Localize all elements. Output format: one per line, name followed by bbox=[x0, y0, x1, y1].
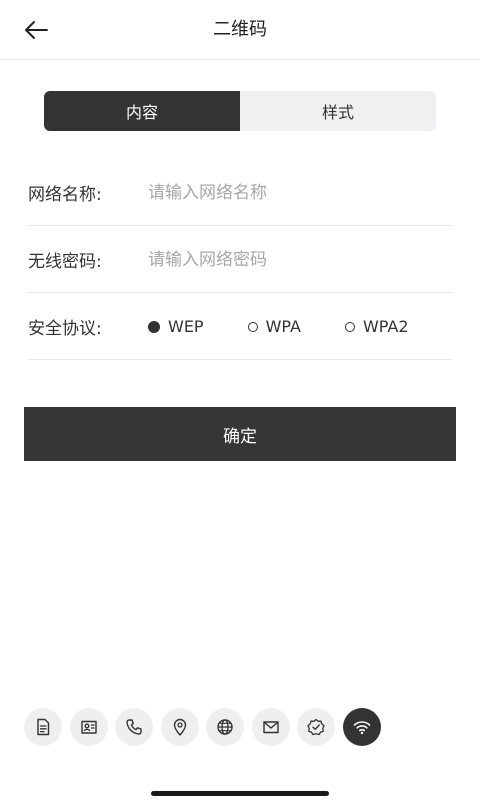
radio-unchecked-icon bbox=[247, 321, 258, 332]
arrow-left-icon bbox=[25, 21, 48, 39]
radio-label-wep: WEP bbox=[168, 317, 204, 336]
password-input[interactable] bbox=[148, 249, 438, 270]
location-pin-icon bbox=[173, 718, 186, 736]
qr-type-location-button[interactable] bbox=[160, 708, 199, 746]
confirm-button[interactable]: 确定 bbox=[24, 407, 456, 461]
home-indicator bbox=[151, 791, 329, 796]
contact-card-icon bbox=[80, 720, 97, 734]
qr-type-contact-button[interactable] bbox=[69, 708, 108, 746]
page-title: 二维码 bbox=[213, 19, 267, 40]
back-button[interactable] bbox=[18, 14, 54, 46]
password-row: 无线密码: bbox=[28, 227, 452, 293]
tab-style[interactable]: 样式 bbox=[240, 91, 436, 131]
security-label: 安全协议: bbox=[28, 319, 102, 339]
qr-type-wifi-button[interactable] bbox=[342, 708, 381, 746]
radio-label-wpa2: WPA2 bbox=[362, 317, 409, 336]
qr-type-phone-button[interactable] bbox=[115, 708, 153, 746]
qr-type-social-button[interactable] bbox=[297, 708, 335, 746]
app-header: 二维码 bbox=[0, 0, 480, 60]
security-radio-group: WEP WPA WPA2 bbox=[148, 317, 409, 336]
qr-type-bar bbox=[24, 708, 388, 748]
qr-type-url-button[interactable] bbox=[206, 708, 244, 746]
ssid-label: 网络名称: bbox=[28, 185, 102, 205]
qr-type-text-button[interactable] bbox=[24, 708, 62, 746]
ssid-input[interactable] bbox=[148, 182, 438, 203]
radio-wpa[interactable]: WPA bbox=[247, 317, 301, 336]
wifi-icon bbox=[353, 721, 370, 735]
globe-icon bbox=[217, 719, 233, 735]
radio-unchecked-icon bbox=[344, 321, 355, 332]
security-row: 安全协议: WEP WPA WPA2 bbox=[28, 294, 452, 360]
verified-badge-icon bbox=[307, 718, 325, 736]
tab-content[interactable]: 内容 bbox=[44, 91, 240, 131]
ssid-row: 网络名称: bbox=[28, 160, 452, 226]
segmented-control: 内容 样式 bbox=[44, 91, 436, 131]
mail-icon bbox=[262, 721, 279, 734]
radio-wpa2[interactable]: WPA2 bbox=[344, 317, 409, 336]
radio-checked-icon bbox=[148, 320, 160, 333]
qr-type-email-button[interactable] bbox=[251, 708, 290, 746]
radio-label-wpa: WPA bbox=[265, 317, 301, 336]
document-icon bbox=[37, 718, 50, 736]
radio-wep[interactable]: WEP bbox=[148, 317, 204, 336]
phone-icon bbox=[126, 719, 142, 735]
password-label: 无线密码: bbox=[28, 252, 102, 272]
